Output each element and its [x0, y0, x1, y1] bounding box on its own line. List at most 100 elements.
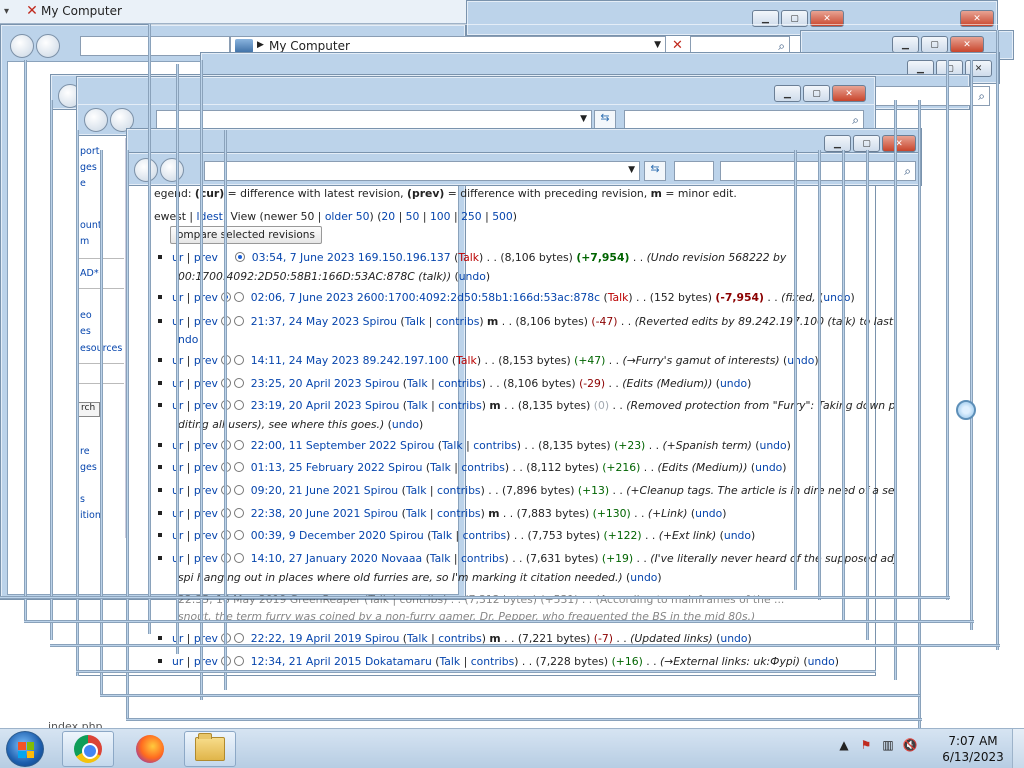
show-desktop-button[interactable] — [1012, 729, 1024, 768]
revision-date-link[interactable]: 21:37, 24 May 2023 — [251, 315, 359, 328]
undo-link[interactable]: undo — [808, 655, 835, 668]
taskbar-chrome[interactable] — [62, 731, 114, 767]
close-icon[interactable]: ✕ — [672, 38, 683, 53]
radio-newer[interactable] — [234, 633, 245, 643]
prev-link[interactable]: prev — [194, 354, 218, 367]
talk-link[interactable]: Talk — [407, 399, 428, 412]
talk-link[interactable]: Talk — [458, 251, 479, 264]
volume-muted-icon[interactable]: 🔇 — [902, 737, 918, 753]
user-link[interactable]: Spirou — [400, 439, 434, 452]
radio-newer[interactable] — [234, 400, 245, 410]
back-button[interactable] — [10, 34, 34, 58]
ip-link[interactable]: 00:1700:4092:2D50:58B1:166D:53AC:878C — [178, 270, 415, 283]
talk-link[interactable]: Talk — [430, 461, 451, 474]
talk-link[interactable]: Talk — [406, 484, 427, 497]
undo-link[interactable]: undo — [724, 529, 751, 542]
undo-link[interactable]: undo — [695, 507, 722, 520]
revision-date-link[interactable]: 03:54, 7 June 2023 — [252, 251, 355, 264]
user-link[interactable]: Spirou — [388, 461, 422, 474]
chevron-down-icon[interactable]: ▼ — [628, 165, 635, 175]
undo-link[interactable]: undo — [787, 354, 814, 367]
refresh-icon[interactable]: ⇆ — [594, 110, 616, 130]
undo-link[interactable]: undo — [459, 270, 486, 283]
minimize-button[interactable]: ▁ — [774, 85, 801, 102]
radio-newer[interactable] — [234, 530, 245, 540]
revision-date-link[interactable]: 23:19, 20 April 2023 — [251, 399, 362, 412]
forward-button[interactable] — [160, 158, 184, 182]
search-icon[interactable]: ⌕ — [904, 164, 911, 179]
close-button[interactable]: ✕ — [950, 36, 984, 53]
taskbar-explorer[interactable] — [184, 731, 236, 767]
talk-link[interactable]: Talk — [431, 529, 452, 542]
radio-newer[interactable] — [234, 292, 245, 302]
contribs-link[interactable]: contribs — [461, 461, 505, 474]
network-icon[interactable]: ▥ — [880, 737, 896, 753]
prev-link[interactable]: prev — [194, 315, 218, 328]
maximize-button[interactable]: ▢ — [921, 36, 948, 53]
contribs-link[interactable]: contribs — [436, 315, 480, 328]
undo-link[interactable]: ndo — [178, 333, 198, 346]
older-link[interactable]: older 50 — [325, 210, 370, 223]
checkbox-icon[interactable]: ▾ — [4, 6, 9, 17]
search-icon[interactable]: ⌕ — [978, 89, 985, 104]
talk-link[interactable]: talk — [422, 270, 442, 283]
undo-link[interactable]: undo — [759, 439, 786, 452]
taskbar-firefox[interactable] — [124, 731, 176, 767]
undo-link[interactable]: undo — [755, 461, 782, 474]
close-icon[interactable]: ✕ — [24, 3, 40, 19]
talk-link[interactable]: Talk — [608, 291, 629, 304]
radio-newer[interactable] — [234, 378, 245, 388]
prev-link[interactable]: prev — [194, 655, 218, 668]
revision-date-link[interactable]: 00:39, 9 December 2020 — [251, 529, 386, 542]
user-link[interactable]: Spirou — [365, 399, 399, 412]
talk-link[interactable]: Talk — [405, 315, 426, 328]
limit-100-link[interactable]: 100 — [430, 210, 451, 223]
resize-handle-icon[interactable] — [956, 400, 976, 420]
contribs-link[interactable]: contribs — [438, 399, 482, 412]
limit-250-link[interactable]: 250 — [461, 210, 482, 223]
chevron-up-icon[interactable]: ▲ — [836, 737, 852, 753]
minimize-button[interactable]: ▁ — [892, 36, 919, 53]
prev-link[interactable]: prev — [194, 529, 218, 542]
radio-newer[interactable] — [234, 508, 245, 518]
contribs-link[interactable]: contribs — [473, 439, 517, 452]
limit-500-link[interactable]: 500 — [492, 210, 513, 223]
maximize-button[interactable]: ▢ — [803, 85, 830, 102]
clock[interactable]: 7:07 AM 6/13/2023 — [938, 733, 1008, 765]
user-link[interactable]: Spirou — [389, 529, 423, 542]
search-box[interactable]: ⌕ — [624, 110, 864, 130]
user-link[interactable]: Novaaa — [381, 552, 422, 565]
close-button[interactable]: ✕ — [832, 85, 866, 102]
search-button[interactable]: rch — [78, 402, 100, 417]
radio-newer[interactable] — [234, 462, 245, 472]
user-link[interactable]: Spirou — [364, 507, 398, 520]
user-link[interactable]: Spirou — [365, 377, 399, 390]
compare-revisions-button[interactable]: ompare selected revisions — [170, 226, 322, 244]
user-link[interactable]: Spirou — [364, 484, 398, 497]
user-link[interactable]: 89.242.197.100 — [363, 354, 449, 367]
talk-link[interactable]: Talk — [406, 507, 427, 520]
limit-20-link[interactable]: 20 — [381, 210, 395, 223]
prev-link[interactable]: prev — [194, 291, 218, 304]
contribs-link[interactable]: contribs — [471, 655, 515, 668]
prev-link[interactable]: prev — [194, 377, 218, 390]
address-field[interactable]: ▼ — [204, 161, 640, 181]
revision-date-link[interactable]: 14:10, 27 January 2020 — [251, 552, 378, 565]
undo-link[interactable]: undo — [823, 291, 850, 304]
start-button[interactable] — [6, 731, 44, 767]
radio-newer[interactable] — [234, 440, 245, 450]
revision-date-link[interactable]: 09:20, 21 June 2021 — [251, 484, 361, 497]
chevron-down-icon[interactable]: ▼ — [580, 114, 587, 124]
undo-link[interactable]: undo — [720, 377, 747, 390]
radio-newer[interactable] — [234, 355, 245, 365]
contribs-link[interactable]: contribs — [437, 484, 481, 497]
revision-date-link[interactable]: 02:06, 7 June 2023 — [251, 291, 354, 304]
contribs-link[interactable]: contribs — [437, 507, 481, 520]
undo-link[interactable]: undo — [630, 571, 657, 584]
undo-link[interactable]: undo — [392, 418, 419, 431]
close-button[interactable]: ✕ — [882, 135, 916, 152]
revision-date-link[interactable]: 12:34, 21 April 2015 — [251, 655, 362, 668]
radio-newer[interactable] — [234, 656, 245, 666]
revision-date-link[interactable]: 22:38, 20 June 2021 — [251, 507, 361, 520]
revision-date-link[interactable]: 01:13, 25 February 2022 — [251, 461, 385, 474]
